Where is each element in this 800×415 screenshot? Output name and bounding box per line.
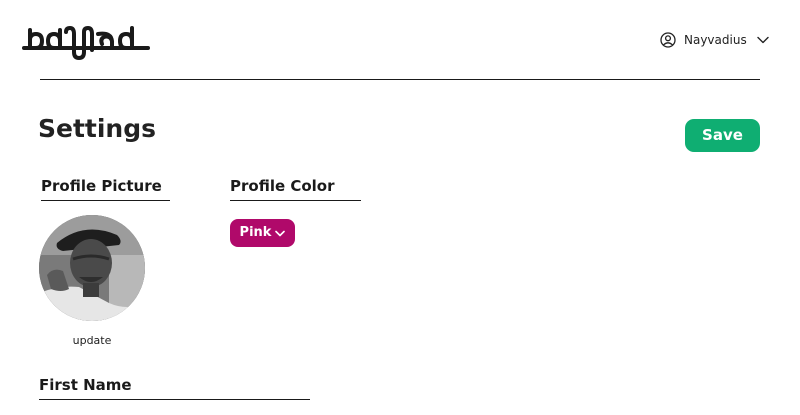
page-title: Settings bbox=[38, 114, 157, 143]
first-name-heading: First Name bbox=[39, 376, 132, 394]
profile-picture-divider bbox=[41, 200, 170, 201]
first-name-divider bbox=[39, 399, 310, 400]
profile-color-heading: Profile Color bbox=[230, 177, 335, 195]
chevron-down-icon bbox=[275, 230, 286, 236]
user-circle-icon bbox=[660, 32, 676, 48]
user-menu[interactable]: Nayvadius bbox=[660, 30, 769, 50]
user-name: Nayvadius bbox=[684, 33, 747, 47]
save-button[interactable]: Save bbox=[685, 119, 760, 152]
avatar-photo bbox=[39, 215, 145, 321]
header-divider bbox=[40, 79, 760, 80]
logo-icon[interactable] bbox=[22, 20, 154, 62]
profile-color-value: Pink bbox=[239, 225, 272, 240]
profile-picture-heading: Profile Picture bbox=[41, 177, 162, 195]
settings-page: Nayvadius Settings Save Profile Picture … bbox=[0, 0, 800, 415]
profile-color-dropdown[interactable]: Pink bbox=[230, 219, 295, 247]
chevron-down-icon bbox=[757, 36, 769, 44]
profile-color-divider bbox=[230, 200, 361, 201]
update-link[interactable]: update bbox=[72, 334, 112, 348]
avatar[interactable] bbox=[39, 215, 145, 321]
